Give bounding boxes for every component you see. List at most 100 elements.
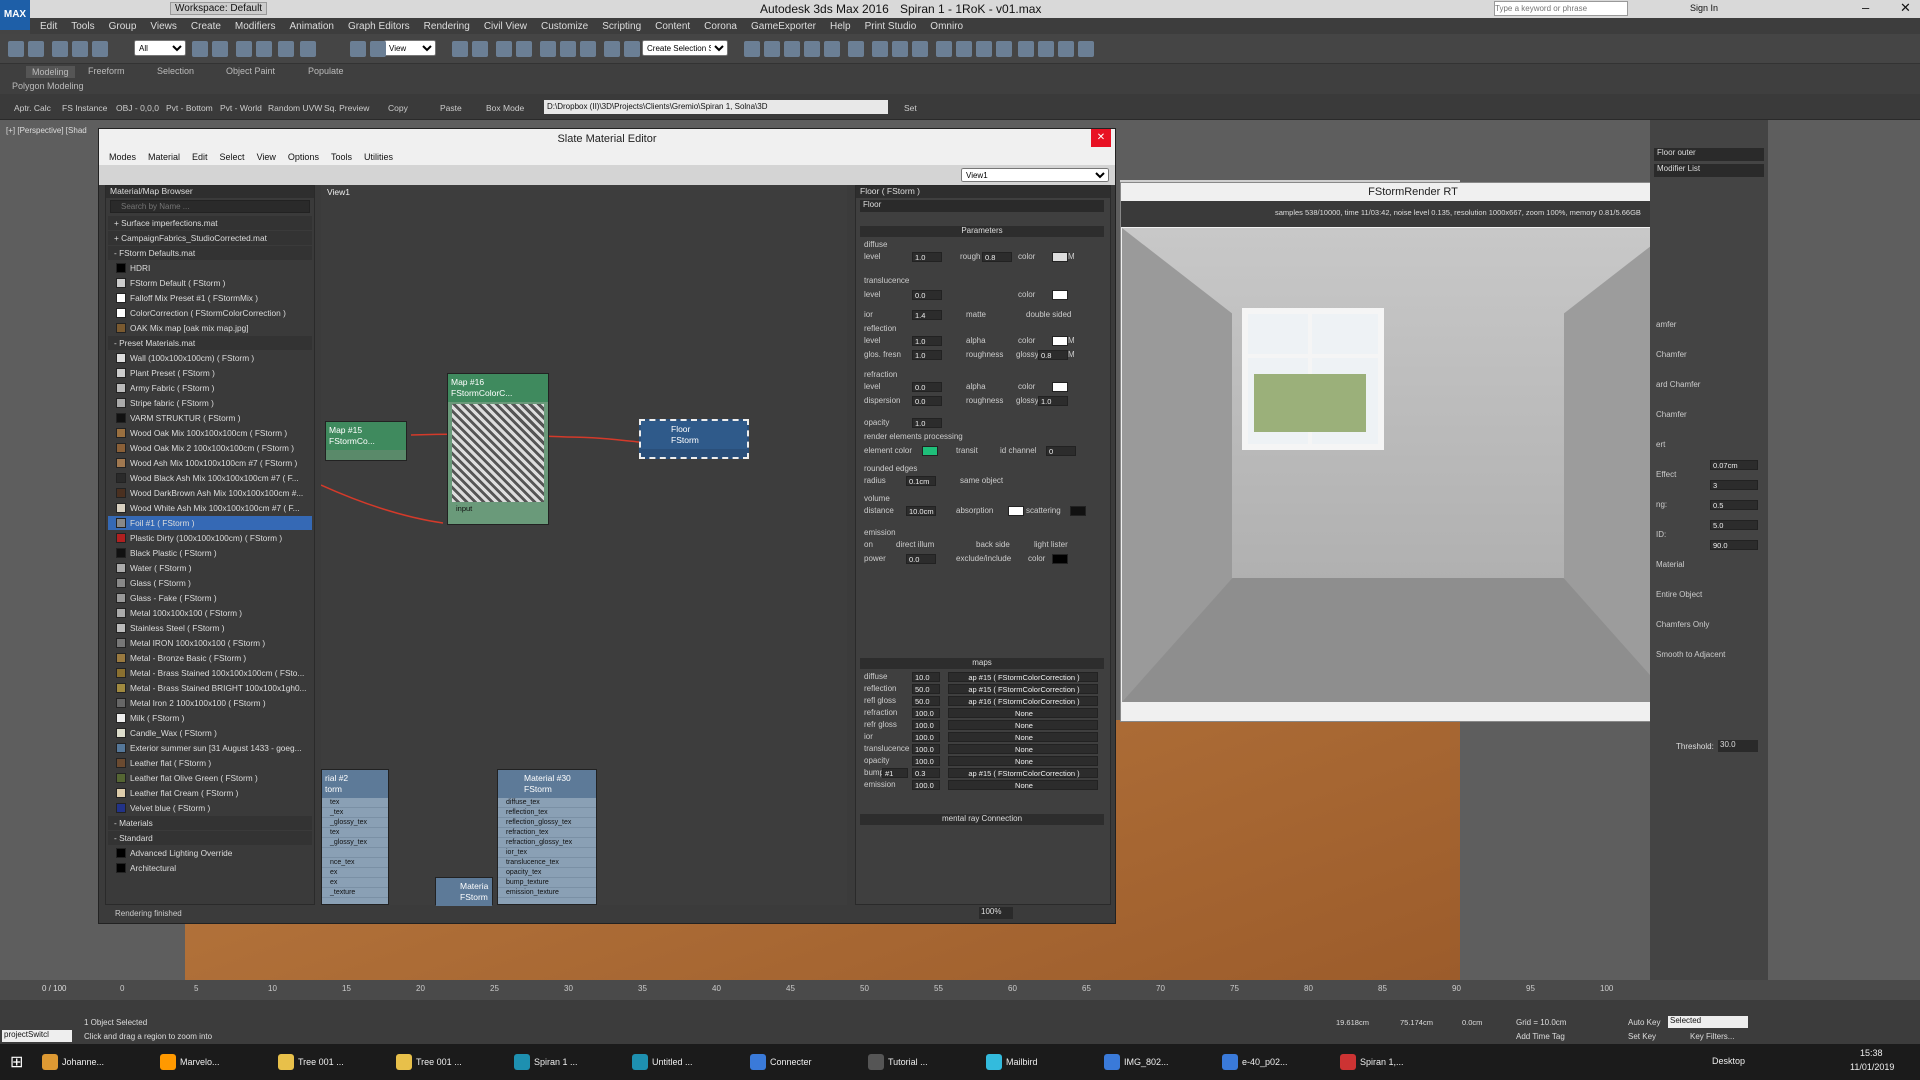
toolbar-tool-icon[interactable] bbox=[824, 41, 840, 57]
param-rough-val[interactable]: 0.8 bbox=[982, 252, 1012, 262]
chamfer-option[interactable]: amfer bbox=[1656, 320, 1676, 329]
toolbar-tool-icon[interactable] bbox=[8, 41, 24, 57]
browser-item[interactable]: ColorCorrection ( FStormColorCorrection … bbox=[108, 306, 312, 320]
cmd-fs-instance[interactable]: FS Instance bbox=[62, 103, 107, 113]
sign-in-link[interactable]: Sign In bbox=[1690, 3, 1718, 13]
workspace-dropdown[interactable]: Workspace: Default bbox=[170, 2, 268, 15]
node-material-2[interactable]: rial #2 torm tex _tex _glossy_tex tex _glossy… bbox=[321, 769, 389, 905]
menu-content[interactable]: Content bbox=[655, 21, 690, 32]
param-power-val[interactable]: 0.0 bbox=[906, 554, 936, 564]
ribbon-tab-modeling[interactable]: Modeling bbox=[26, 66, 75, 78]
param-disp-val[interactable]: 0.0 bbox=[912, 396, 942, 406]
cmd-obj-origin[interactable]: OBJ - 0,0,0 bbox=[116, 103, 159, 113]
node-slot[interactable]: refraction_tex bbox=[498, 828, 596, 838]
chamfer-option[interactable]: Material bbox=[1656, 560, 1684, 569]
menu-scripting[interactable]: Scripting bbox=[602, 21, 641, 32]
browser-item[interactable]: Foil #1 ( FStorm ) bbox=[108, 516, 312, 530]
map-amount[interactable]: 100.0 bbox=[912, 756, 940, 766]
color-swatch[interactable] bbox=[1052, 336, 1068, 346]
taskbar-app[interactable]: Tutorial ... bbox=[866, 1048, 976, 1076]
toolbar-tool-icon[interactable] bbox=[452, 41, 468, 57]
node-slot[interactable]: ior_tex bbox=[498, 848, 596, 858]
toolbar-tool-icon[interactable] bbox=[560, 41, 576, 57]
sme-menu-material[interactable]: Material bbox=[148, 152, 180, 162]
key-mode-dropdown[interactable]: Selected bbox=[1668, 1016, 1748, 1028]
object-name-field[interactable]: Floor outer bbox=[1654, 148, 1764, 161]
node-slot[interactable]: nce_tex bbox=[322, 858, 388, 868]
menu-tools[interactable]: Tools bbox=[71, 21, 94, 32]
menu-omniro[interactable]: Omniro bbox=[930, 21, 963, 32]
coord-y[interactable]: 75.174cm bbox=[1400, 1018, 1433, 1027]
toolbar-tool-icon[interactable] bbox=[872, 41, 888, 57]
minimize-icon[interactable]: – bbox=[1862, 0, 1869, 15]
toolbar-tool-icon[interactable] bbox=[976, 41, 992, 57]
menu-corona[interactable]: Corona bbox=[704, 21, 737, 32]
taskbar-app[interactable]: Mailbird bbox=[984, 1048, 1094, 1076]
browser-item[interactable]: VARM STRUKTUR ( FStorm ) bbox=[108, 411, 312, 425]
browser-item[interactable]: Glass - Fake ( FStorm ) bbox=[108, 591, 312, 605]
toolbar-tool-icon[interactable] bbox=[278, 41, 294, 57]
desktop-toolbar[interactable]: Desktop bbox=[1712, 1056, 1745, 1066]
map-amount[interactable]: 100.0 bbox=[912, 780, 940, 790]
node-slot[interactable]: _texture bbox=[322, 888, 388, 898]
taskbar-app[interactable]: Tree 001 ... bbox=[276, 1048, 386, 1076]
node-slot[interactable]: reflection_tex bbox=[498, 808, 596, 818]
color-swatch[interactable] bbox=[1052, 290, 1068, 300]
node-slot[interactable] bbox=[322, 848, 388, 858]
browser-group[interactable]: - Standard bbox=[108, 831, 312, 845]
map-amount[interactable]: 100.0 bbox=[912, 732, 940, 742]
node-material-small[interactable]: Materia FStorm bbox=[435, 877, 493, 906]
browser-item[interactable]: Leather flat Cream ( FStorm ) bbox=[108, 786, 312, 800]
chamfer-value[interactable]: 0.07cm bbox=[1710, 460, 1758, 470]
map-slot-button[interactable]: ap #15 ( FStormColorCorrection ) bbox=[948, 768, 1098, 778]
sme-menu-view[interactable]: View bbox=[257, 152, 276, 162]
toolbar-tool-icon[interactable] bbox=[848, 41, 864, 57]
sme-close-icon[interactable]: ✕ bbox=[1091, 129, 1111, 147]
map-amount[interactable]: 0.3 bbox=[912, 768, 940, 778]
param-opacity-val[interactable]: 1.0 bbox=[912, 418, 942, 428]
browser-item[interactable]: Metal - Bronze Basic ( FStorm ) bbox=[108, 651, 312, 665]
search-input[interactable] bbox=[1494, 1, 1628, 16]
toolbar-tool-icon[interactable] bbox=[300, 41, 316, 57]
coord-x[interactable]: 19.618cm bbox=[1336, 1018, 1369, 1027]
browser-item[interactable]: Wood Oak Mix 100x100x100cm ( FStorm ) bbox=[108, 426, 312, 440]
node-slot[interactable]: emission_texture bbox=[498, 888, 596, 898]
map-slot-button[interactable]: None bbox=[948, 720, 1098, 730]
toolbar-tool-icon[interactable] bbox=[956, 41, 972, 57]
toolbar-tool-icon[interactable] bbox=[92, 41, 108, 57]
color-swatch[interactable] bbox=[922, 446, 938, 456]
browser-item[interactable]: Exterior summer sun [31 August 1433 - go… bbox=[108, 741, 312, 755]
taskbar-app[interactable]: Johanne... bbox=[40, 1048, 150, 1076]
map-slot-button[interactable]: ap #15 ( FStormColorCorrection ) bbox=[948, 684, 1098, 694]
toolbar-tool-icon[interactable] bbox=[192, 41, 208, 57]
chamfer-value[interactable]: 5.0 bbox=[1710, 520, 1758, 530]
clock-date[interactable]: 11/01/2019 bbox=[1850, 1062, 1894, 1072]
clock-time[interactable]: 15:38 bbox=[1860, 1048, 1883, 1058]
rollout-maps[interactable]: maps bbox=[860, 658, 1104, 669]
render-image[interactable] bbox=[1122, 228, 1674, 702]
ribbon-sub-polygon-modeling[interactable]: Polygon Modeling bbox=[12, 81, 84, 91]
menu-help[interactable]: Help bbox=[830, 21, 851, 32]
cmd-paste[interactable]: Paste bbox=[440, 103, 462, 113]
browser-item[interactable]: Black Plastic ( FStorm ) bbox=[108, 546, 312, 560]
node-slot[interactable]: reflection_glossy_tex bbox=[498, 818, 596, 828]
param-level-val[interactable]: 1.0 bbox=[912, 252, 942, 262]
sme-menu-select[interactable]: Select bbox=[220, 152, 245, 162]
toolbar-tool-icon[interactable] bbox=[580, 41, 596, 57]
timeline[interactable]: 0 / 100 0 5 10 15 20 25 30 35 40 45 50 55 60 65 70 75 80… bbox=[0, 980, 1920, 1000]
cmd-box-mode[interactable]: Box Mode bbox=[486, 103, 524, 113]
modifier-list-dropdown[interactable]: Modifier List bbox=[1654, 164, 1764, 177]
map-amount[interactable]: 100.0 bbox=[912, 744, 940, 754]
chamfer-option[interactable]: Effect bbox=[1656, 470, 1676, 479]
chamfer-value[interactable]: 3 bbox=[1710, 480, 1758, 490]
sme-view-dropdown[interactable]: View1 bbox=[961, 168, 1109, 182]
key-filters-button[interactable]: Key Filters... bbox=[1690, 1032, 1734, 1041]
browser-item[interactable]: Stripe fabric ( FStorm ) bbox=[108, 396, 312, 410]
color-swatch[interactable] bbox=[1070, 506, 1086, 516]
toolbar-tool-icon[interactable] bbox=[540, 41, 556, 57]
browser-item[interactable]: Milk ( FStorm ) bbox=[108, 711, 312, 725]
chamfer-option[interactable]: ard Chamfer bbox=[1656, 380, 1700, 389]
node-floor[interactable]: Floor FStorm bbox=[639, 419, 749, 459]
toolbar-tool-icon[interactable] bbox=[936, 41, 952, 57]
param-distance-val[interactable]: 10.0cm bbox=[906, 506, 936, 516]
